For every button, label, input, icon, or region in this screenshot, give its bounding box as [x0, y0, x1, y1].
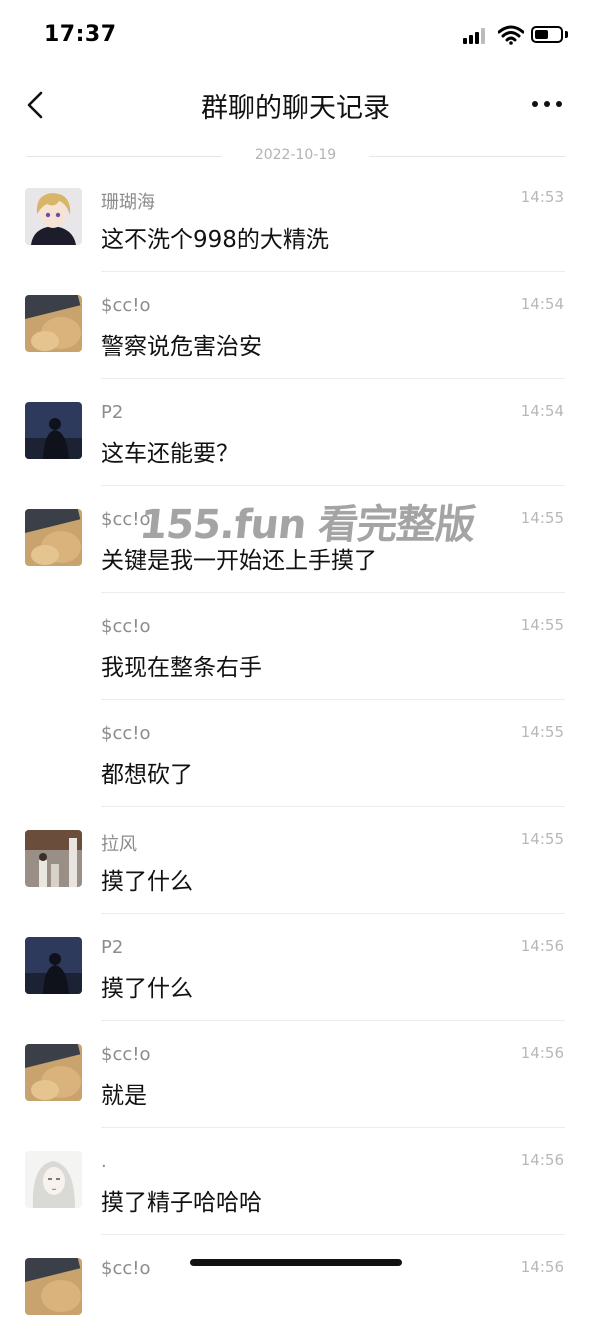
message-time: 14:53 — [520, 188, 564, 206]
date-line-right — [369, 156, 565, 157]
message-text: 这不洗个998的大精洗 — [101, 227, 329, 253]
cat-photo-avatar[interactable] — [25, 1044, 82, 1101]
message-text: 警察说危害治安 — [101, 334, 262, 360]
message-item[interactable]: $cc!o 就是 14:56 — [0, 1021, 591, 1128]
status-bar: 17:37 — [0, 0, 591, 70]
message-list: 珊瑚海 这不洗个998的大精洗 14:53 $cc!o 警察说危害治安 14:5… — [0, 165, 591, 1342]
message-text: 这车还能要？ — [101, 441, 239, 467]
message-time: 14:55 — [520, 509, 564, 527]
cat-photo-avatar[interactable] — [25, 509, 82, 566]
message-text: 摸了精子哈哈哈 — [101, 1190, 262, 1216]
page-title: 群聊的聊天记录 — [201, 93, 390, 124]
nav-bar: 群聊的聊天记录 — [0, 70, 591, 140]
sender-name: $cc!o — [101, 1044, 151, 1065]
anime-boy-avatar[interactable] — [25, 188, 82, 245]
sender-name: P2 — [101, 937, 124, 958]
sender-name: $cc!o — [101, 295, 151, 316]
sender-name: 珊瑚海 — [101, 192, 155, 213]
message-time: 14:54 — [520, 402, 564, 420]
message-time: 14:55 — [520, 830, 564, 848]
status-time: 17:37 — [44, 22, 117, 47]
sender-name: $cc!o — [101, 723, 151, 744]
message-text: 我现在整条右手 — [101, 655, 262, 681]
dark-figure-avatar[interactable] — [25, 937, 82, 994]
cat-photo-avatar[interactable] — [25, 1258, 82, 1315]
message-time: 14:56 — [520, 937, 564, 955]
wifi-icon — [498, 25, 524, 45]
message-item[interactable]: $cc!o 都想砍了 14:55 — [0, 700, 591, 807]
date-label: 2022-10-19 — [254, 147, 337, 163]
battery-cap — [565, 31, 568, 38]
sender-name: P2 — [101, 402, 124, 423]
cat-photo-avatar[interactable] — [25, 295, 82, 352]
message-item[interactable]: 珊瑚海 这不洗个998的大精洗 14:53 — [0, 165, 591, 272]
sender-name: . — [101, 1151, 107, 1172]
message-text: 摸了什么 — [101, 869, 193, 895]
message-item[interactable]: . 摸了精子哈哈哈 14:56 — [0, 1128, 591, 1235]
home-indicator[interactable] — [190, 1259, 402, 1266]
watermark: 155.fun 看完整版 — [137, 502, 477, 548]
message-item[interactable]: $cc!o 我现在整条右手 14:55 — [0, 593, 591, 700]
message-time: 14:56 — [520, 1044, 564, 1062]
sender-name: $cc!o — [101, 616, 151, 637]
message-text: 都想砍了 — [101, 762, 193, 788]
sketch-girl-avatar[interactable] — [25, 1151, 82, 1208]
message-time: 14:56 — [520, 1258, 564, 1276]
message-time: 14:54 — [520, 295, 564, 313]
message-item[interactable]: $cc!o 14:56 — [0, 1235, 591, 1342]
more-icon[interactable] — [530, 98, 564, 110]
signal-icon — [463, 28, 489, 44]
battery-icon — [531, 26, 563, 43]
sender-name: 拉风 — [101, 834, 137, 855]
message-item[interactable]: 拉风 摸了什么 14:55 — [0, 807, 591, 914]
message-item[interactable]: P2 摸了什么 14:56 — [0, 914, 591, 1021]
message-text: 就是 — [101, 1083, 147, 1109]
dark-figure-avatar[interactable] — [25, 402, 82, 459]
message-time: 14:55 — [520, 723, 564, 741]
message-item[interactable]: $cc!o 警察说危害治安 14:54 — [0, 272, 591, 379]
message-time: 14:56 — [520, 1151, 564, 1169]
message-item[interactable]: P2 这车还能要？ 14:54 — [0, 379, 591, 486]
sender-name: $cc!o — [101, 1258, 151, 1279]
message-text: 摸了什么 — [101, 976, 193, 1002]
street-photo-avatar[interactable] — [25, 830, 82, 887]
message-time: 14:55 — [520, 616, 564, 634]
